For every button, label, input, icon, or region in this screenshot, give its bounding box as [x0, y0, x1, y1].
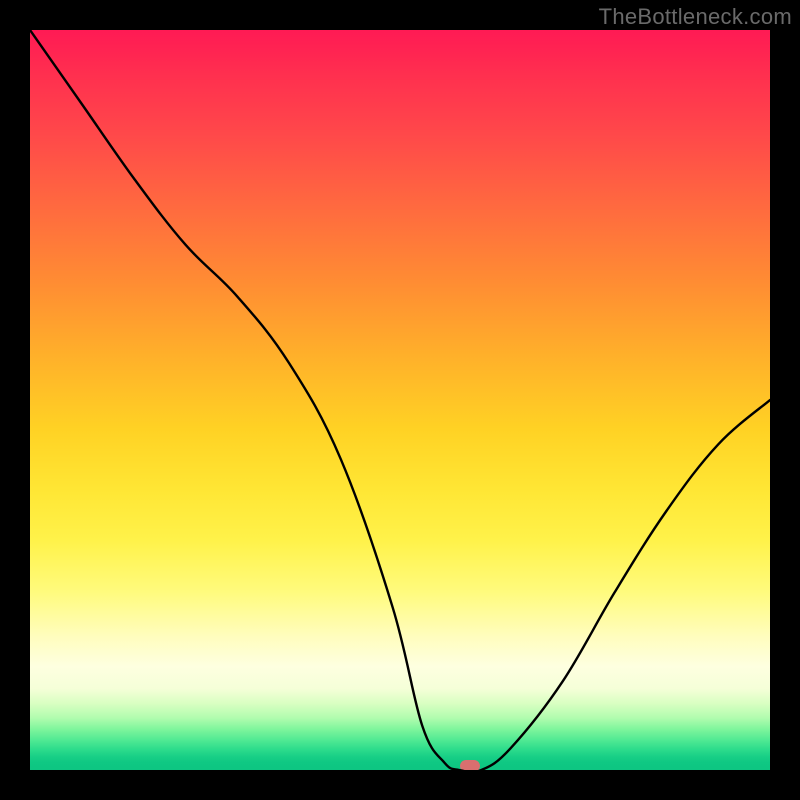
- chart-frame: TheBottleneck.com: [0, 0, 800, 800]
- bottleneck-curve: [30, 30, 770, 770]
- watermark-text: TheBottleneck.com: [599, 4, 792, 30]
- plot-area: [30, 30, 770, 770]
